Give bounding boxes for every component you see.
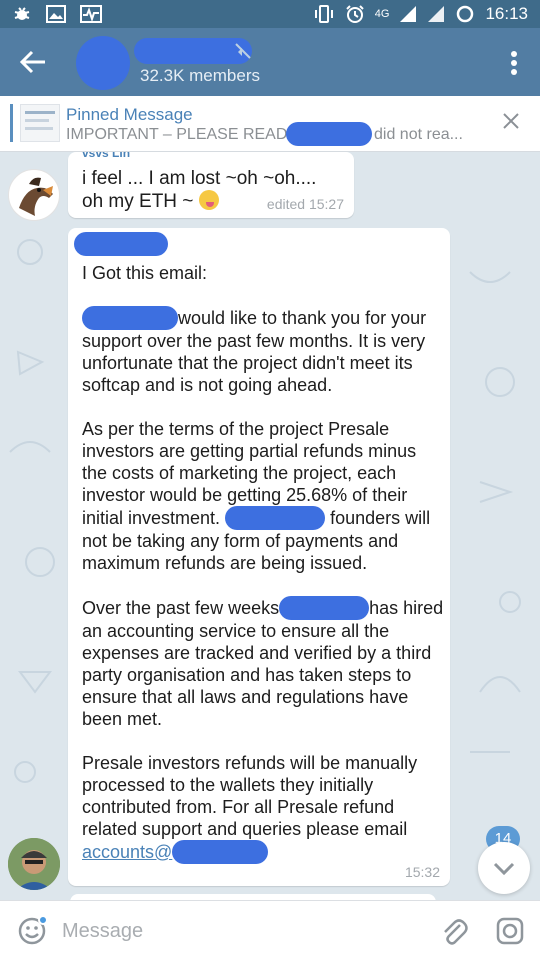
chat-header: 32.3K members	[0, 28, 540, 96]
more-vert-icon[interactable]	[510, 50, 518, 76]
sender-avatar[interactable]	[8, 169, 60, 221]
image-icon	[46, 5, 66, 23]
message-input-bar	[0, 900, 540, 960]
pinned-title: Pinned Message	[66, 105, 193, 124]
status-left	[12, 4, 102, 24]
message-paragraph: As per the terms of the project Presale …	[82, 419, 431, 573]
sender-avatar[interactable]	[8, 838, 60, 890]
redaction	[225, 506, 326, 530]
pinned-message-bar[interactable]: Pinned Message IMPORTANT – PLEASE READ! …	[0, 96, 540, 152]
scroll-down-button[interactable]	[478, 842, 530, 894]
sender-name[interactable]: vsvs Lin	[82, 152, 130, 160]
message-paragraph: Presale investors refunds will be manual…	[82, 753, 418, 864]
chat-messages-area[interactable]: vsvs Lin i feel ... I am lost ~oh ~oh...…	[0, 152, 540, 900]
pinned-text-tail: did not rea...	[374, 126, 463, 143]
back-arrow-icon[interactable]	[18, 48, 48, 76]
mute-icon	[235, 43, 251, 59]
vibrate-icon	[314, 5, 333, 23]
attach-icon[interactable]	[440, 917, 468, 947]
camera-icon[interactable]	[496, 917, 524, 945]
message-text: I Got this email: would like to thank yo…	[82, 262, 444, 864]
alarm-icon	[346, 5, 364, 23]
signal-r-icon	[428, 6, 445, 22]
clock: 16:13	[485, 4, 528, 23]
battery-icon	[457, 5, 474, 23]
pinned-accent-bar	[10, 104, 13, 142]
tongue-face-emoji-icon	[198, 190, 219, 210]
email-link[interactable]: accounts@	[82, 842, 172, 862]
members-count[interactable]: 32.3K members	[140, 66, 260, 86]
message-greeting: I Got this email:	[82, 263, 208, 283]
bug-icon	[14, 7, 30, 20]
status-right: 4G 16:13	[313, 4, 528, 24]
pinned-redaction	[286, 122, 372, 146]
pinned-text: IMPORTANT – PLEASE READ!	[66, 126, 292, 143]
notification-dot	[38, 915, 48, 925]
status-bar: 4G 16:13	[0, 0, 540, 28]
redaction	[279, 596, 370, 620]
message-time: 15:32	[404, 864, 440, 880]
activity-icon	[80, 5, 102, 23]
message-bubble[interactable]: I Got this email: would like to thank yo…	[68, 228, 450, 886]
chat-avatar[interactable]	[76, 36, 130, 90]
message-paragraph: would like to thank you for your support…	[82, 306, 427, 395]
close-icon[interactable]	[502, 112, 520, 130]
redaction	[82, 306, 178, 330]
chevron-down-icon	[493, 862, 515, 876]
network-label: 4G	[374, 8, 390, 20]
pinned-thumbnail	[20, 104, 60, 142]
message-time: edited 15:27	[266, 196, 344, 212]
message-paragraph: Over the past few weeks has hired an acco…	[82, 596, 444, 729]
sender-name-redacted[interactable]	[74, 232, 168, 256]
message-input[interactable]	[62, 915, 422, 947]
message-bubble[interactable]: vsvs Lin i feel ... I am lost ~oh ~oh...…	[68, 152, 354, 218]
redaction	[172, 840, 269, 864]
signal-icon	[400, 6, 417, 22]
